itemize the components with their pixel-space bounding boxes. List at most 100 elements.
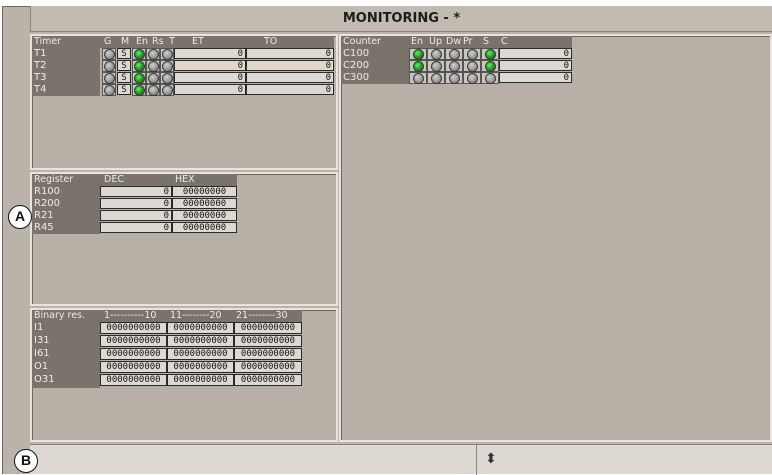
register-hex-cell[interactable]: 00000000: [172, 198, 237, 209]
led-off-icon: [449, 49, 460, 60]
binary-bits-cell[interactable]: 0000000000: [234, 322, 302, 334]
timer-mode-cell[interactable]: S: [117, 72, 131, 83]
counter-value-cell[interactable]: 0: [499, 48, 572, 59]
led-off-icon: [104, 61, 115, 72]
counter-up-led[interactable]: [427, 48, 445, 60]
timer-rs-led[interactable]: [146, 84, 160, 96]
led-off-icon: [431, 49, 442, 60]
status-bar: ⬍: [30, 444, 772, 475]
register-panel: Register DEC HEX R100 0 00000000 R200 0 00000…: [30, 172, 338, 306]
timer-rs-led[interactable]: [146, 72, 160, 84]
counter-pr-led[interactable]: [463, 60, 481, 72]
timer-t-led[interactable]: [160, 48, 174, 60]
register-row-name: R21: [34, 210, 54, 221]
led-on-icon: [134, 61, 145, 72]
timer-header-rs: Rs: [152, 36, 164, 47]
timer-g-led[interactable]: [102, 48, 116, 60]
timer-en-led[interactable]: [132, 84, 146, 96]
timer-en-led[interactable]: [132, 48, 146, 60]
timer-to-cell[interactable]: 0: [246, 60, 334, 71]
counter-pr-led[interactable]: [463, 48, 481, 60]
counter-dw-led[interactable]: [445, 48, 463, 60]
binary-header-bits-21-30: 21--------30: [236, 310, 288, 321]
register-row-name: R100: [34, 186, 61, 197]
timer-mode-cell[interactable]: S: [117, 60, 131, 71]
counter-s-led[interactable]: [481, 48, 499, 60]
timer-rs-led[interactable]: [146, 60, 160, 72]
timer-et-cell[interactable]: 0: [174, 60, 246, 71]
timer-en-led[interactable]: [132, 72, 146, 84]
binary-bits-cell[interactable]: 0000000000: [234, 374, 302, 386]
timer-to-cell[interactable]: 0: [246, 72, 334, 83]
binary-row-name: I31: [34, 335, 50, 346]
led-on-icon: [485, 61, 496, 72]
binary-bits-cell[interactable]: 0000000000: [234, 361, 302, 373]
timer-t-led[interactable]: [160, 72, 174, 84]
binary-bits-cell[interactable]: 0000000000: [167, 335, 234, 347]
binary-bits-cell[interactable]: 0000000000: [167, 348, 234, 360]
counter-en-led[interactable]: [409, 60, 427, 72]
timer-panel: Timer G M En Rs T ET TO T1 S 0 0 T2 S 0 0 T3 S 0 0 T…: [30, 34, 338, 170]
timer-header-en: En: [136, 36, 149, 47]
register-header-name: Register: [34, 174, 74, 185]
register-hex-cell[interactable]: 00000000: [172, 210, 237, 221]
led-off-icon: [449, 73, 460, 84]
timer-t-led[interactable]: [160, 84, 174, 96]
register-hex-cell[interactable]: 00000000: [172, 222, 237, 233]
timer-mode-cell[interactable]: S: [117, 84, 131, 95]
timer-g-led[interactable]: [102, 72, 116, 84]
timer-mode-cell[interactable]: S: [117, 48, 131, 59]
counter-en-led[interactable]: [409, 48, 427, 60]
timer-g-led[interactable]: [102, 60, 116, 72]
register-dec-cell[interactable]: 0: [100, 186, 172, 197]
timer-g-led[interactable]: [102, 84, 116, 96]
timer-rs-led[interactable]: [146, 48, 160, 60]
counter-header-c: C: [501, 36, 508, 47]
binary-bits-cell[interactable]: 0000000000: [100, 335, 167, 347]
binary-bits-cell[interactable]: 0000000000: [100, 361, 167, 373]
led-on-icon: [134, 85, 145, 96]
timer-row-name: T2: [34, 60, 47, 71]
register-dec-cell[interactable]: 0: [100, 210, 172, 221]
binary-bits-cell[interactable]: 0000000000: [234, 335, 302, 347]
register-dec-cell[interactable]: 0: [100, 222, 172, 233]
binary-bits-cell[interactable]: 0000000000: [167, 361, 234, 373]
counter-dw-led[interactable]: [445, 72, 463, 84]
binary-bits-cell[interactable]: 0000000000: [234, 348, 302, 360]
counter-en-led[interactable]: [409, 72, 427, 84]
binary-bits-cell[interactable]: 0000000000: [167, 374, 234, 386]
binary-bits-cell[interactable]: 0000000000: [100, 322, 167, 334]
register-header-dec: DEC: [104, 174, 124, 185]
led-on-icon: [134, 49, 145, 60]
register-row-name: R200: [34, 198, 61, 209]
up-down-arrows-icon[interactable]: ⬍: [485, 451, 497, 467]
timer-to-cell[interactable]: 0: [246, 84, 334, 95]
window-title: MONITORING - *: [30, 6, 772, 32]
counter-value-cell[interactable]: 0: [499, 72, 572, 83]
counter-up-led[interactable]: [427, 60, 445, 72]
binary-bits-cell[interactable]: 0000000000: [100, 374, 167, 386]
register-hex-cell[interactable]: 00000000: [172, 186, 237, 197]
counter-s-led[interactable]: [481, 60, 499, 72]
led-off-icon: [104, 73, 115, 84]
timer-en-led[interactable]: [132, 60, 146, 72]
counter-pr-led[interactable]: [463, 72, 481, 84]
timer-et-cell[interactable]: 0: [174, 72, 246, 83]
counter-row-name: C300: [343, 72, 370, 83]
binary-bits-cell[interactable]: 0000000000: [100, 348, 167, 360]
timer-row-name: T4: [34, 84, 47, 95]
binary-panel: Binary res. 1----------10 11--------20 2…: [30, 308, 338, 442]
timer-header-t: T: [169, 36, 175, 47]
timer-et-cell[interactable]: 0: [174, 48, 246, 59]
timer-to-cell[interactable]: 0: [246, 48, 334, 59]
counter-s-led[interactable]: [481, 72, 499, 84]
timer-t-led[interactable]: [160, 60, 174, 72]
register-dec-cell[interactable]: 0: [100, 198, 172, 209]
counter-up-led[interactable]: [427, 72, 445, 84]
counter-dw-led[interactable]: [445, 60, 463, 72]
led-on-icon: [485, 49, 496, 60]
timer-et-cell[interactable]: 0: [174, 84, 246, 95]
led-off-icon: [162, 73, 173, 84]
counter-value-cell[interactable]: 0: [499, 60, 572, 71]
binary-bits-cell[interactable]: 0000000000: [167, 322, 234, 334]
